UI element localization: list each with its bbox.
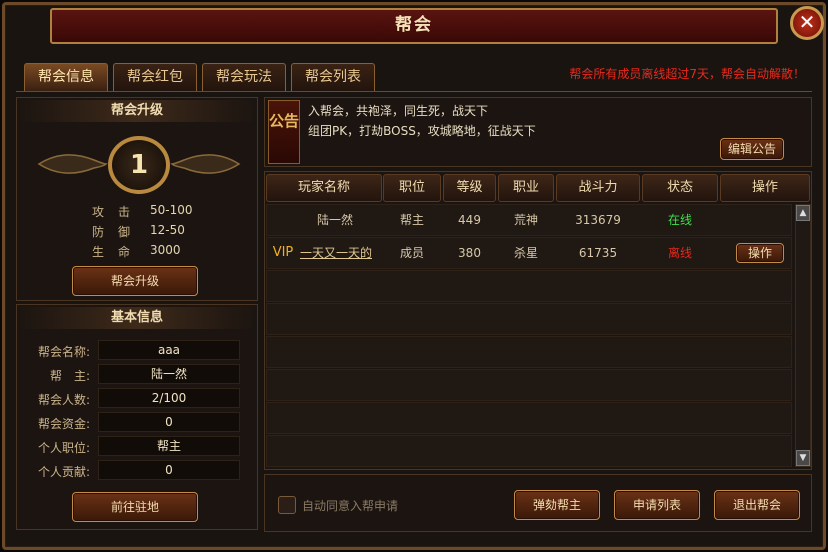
member-action-button[interactable]: 操作 bbox=[736, 243, 784, 263]
tab-divider bbox=[16, 91, 812, 92]
go-to-base-button[interactable]: 前往驻地 bbox=[72, 492, 198, 522]
info-label-members: 帮会人数: bbox=[37, 393, 90, 407]
member-position: 成员 bbox=[399, 246, 424, 260]
info-value-guild-name: aaa bbox=[98, 340, 240, 360]
notice-line-1: 入帮会，共袍泽，同生死，战天下 bbox=[308, 104, 489, 118]
info-label-position: 个人职位: bbox=[37, 441, 90, 455]
info-value-members: 2/100 bbox=[98, 388, 240, 408]
dissolve-warning: 帮会所有成员离线超过7天，帮会自动解散！ bbox=[569, 67, 805, 81]
member-name: 陆一然 bbox=[316, 213, 353, 227]
empty-row bbox=[266, 369, 792, 401]
stat-value-defense: 12-50 bbox=[150, 223, 185, 237]
info-value-funds: 0 bbox=[98, 412, 240, 432]
edit-notice-button[interactable]: 编辑公告 bbox=[720, 138, 784, 160]
notice-tag: 公告 bbox=[268, 100, 300, 164]
empty-row bbox=[266, 402, 792, 434]
notice-line-2: 组团PK，打劫BOSS，攻城略地，征战天下 bbox=[308, 124, 536, 138]
scroll-up-icon[interactable]: ▲ bbox=[796, 205, 810, 221]
guild-level-badge: 1 bbox=[108, 136, 170, 194]
member-position: 帮主 bbox=[399, 213, 424, 227]
info-value-position: 帮主 bbox=[98, 436, 240, 456]
member-class: 荒神 bbox=[513, 213, 538, 227]
info-label-funds: 帮会资金: bbox=[37, 417, 90, 431]
window-title: 帮会 bbox=[395, 15, 433, 35]
stat-label-defense: 防御 bbox=[92, 225, 145, 239]
empty-row bbox=[266, 336, 792, 368]
scrollbar-track[interactable] bbox=[795, 204, 811, 467]
col-header-power: 战斗力 bbox=[556, 174, 640, 202]
member-level: 449 bbox=[458, 213, 481, 227]
member-status: 在线 bbox=[667, 213, 692, 227]
impeach-leader-button[interactable]: 弹劾帮主 bbox=[514, 490, 600, 520]
info-label-leader: 帮 主: bbox=[49, 369, 90, 383]
application-list-button[interactable]: 申请列表 bbox=[614, 490, 700, 520]
empty-row bbox=[266, 435, 792, 467]
member-name-link[interactable]: 一天又一天的 bbox=[296, 237, 376, 269]
col-header-status: 状态 bbox=[642, 174, 718, 202]
stat-value-hp: 3000 bbox=[150, 243, 181, 257]
tab-guild-info[interactable]: 帮会信息 bbox=[24, 63, 108, 91]
empty-row bbox=[266, 303, 792, 335]
close-icon[interactable]: ✕ bbox=[790, 6, 824, 40]
auto-accept-label: 自动同意入帮申请 bbox=[302, 499, 399, 513]
col-header-class: 职业 bbox=[498, 174, 554, 202]
upgrade-header: 帮会升级 bbox=[17, 100, 257, 122]
tab-guild-red-packet[interactable]: 帮会红包 bbox=[113, 63, 197, 91]
info-header: 基本信息 bbox=[17, 307, 257, 329]
tab-guild-play[interactable]: 帮会玩法 bbox=[202, 63, 286, 91]
stat-label-hp: 生命 bbox=[92, 245, 145, 259]
info-value-contribution: 0 bbox=[98, 460, 240, 480]
col-header-action: 操作 bbox=[720, 174, 810, 202]
member-status: 离线 bbox=[667, 246, 692, 260]
stat-value-attack: 50-100 bbox=[150, 203, 193, 217]
stat-label-attack: 攻击 bbox=[92, 205, 145, 219]
empty-row bbox=[266, 270, 792, 302]
col-header-name: 玩家名称 bbox=[266, 174, 382, 202]
info-label-guild-name: 帮会名称: bbox=[37, 345, 90, 359]
info-value-leader: 陆一然 bbox=[98, 364, 240, 384]
guild-upgrade-button[interactable]: 帮会升级 bbox=[72, 266, 198, 296]
quit-guild-button[interactable]: 退出帮会 bbox=[714, 490, 800, 520]
member-level: 380 bbox=[458, 246, 481, 260]
member-power: 313679 bbox=[575, 213, 621, 227]
member-class: 杀星 bbox=[513, 246, 538, 260]
auto-accept-checkbox[interactable] bbox=[278, 496, 296, 514]
col-header-position: 职位 bbox=[383, 174, 441, 202]
member-power: 61735 bbox=[578, 246, 618, 260]
col-header-level: 等级 bbox=[443, 174, 496, 202]
info-label-contribution: 个人贡献: bbox=[37, 465, 90, 479]
vip-badge: VIP bbox=[272, 245, 294, 260]
scroll-down-icon[interactable]: ▼ bbox=[796, 450, 810, 466]
tab-guild-list[interactable]: 帮会列表 bbox=[291, 63, 375, 91]
vip-badge bbox=[266, 204, 296, 236]
